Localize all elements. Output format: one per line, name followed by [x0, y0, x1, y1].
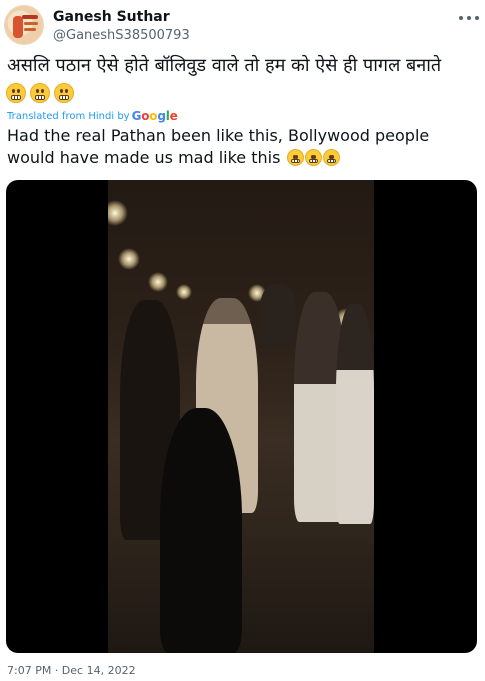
avatar[interactable] [4, 5, 44, 45]
person-figure [260, 284, 296, 344]
tweet-header: Ganesh Suthar @GaneshS38500793 [0, 0, 485, 52]
original-emoji-row [6, 83, 74, 105]
avatar-figure [13, 16, 23, 38]
grimacing-face-emoji [286, 149, 304, 166]
translated-label: Translated from Hindi by [7, 110, 130, 122]
more-dot [467, 16, 471, 20]
avatar-decoration [24, 22, 38, 25]
person-figure [336, 304, 374, 524]
more-icon[interactable] [459, 10, 479, 26]
author-name[interactable]: Ganesh Suthar [53, 9, 170, 25]
translation-attribution[interactable]: Translated from Hindi by Google [7, 109, 178, 123]
translated-text: Had the real Pathan been like this, Boll… [7, 126, 430, 167]
more-dot [475, 16, 479, 20]
grimacing-face-emoji [322, 149, 340, 166]
tweet-timestamp[interactable]: 7:07 PM · Dec 14, 2022 [7, 664, 136, 677]
tweet-text-translated: Had the real Pathan been like this, Boll… [7, 125, 479, 169]
street-light [118, 248, 140, 270]
google-logo: Google [131, 109, 178, 123]
avatar-decoration [24, 28, 36, 31]
grimacing-face-emoji [6, 83, 26, 103]
author-handle[interactable]: @GaneshS38500793 [53, 28, 190, 43]
person-figure [160, 408, 242, 653]
grimacing-face-emoji [304, 149, 322, 166]
street-light [148, 272, 168, 292]
grimacing-face-emoji [54, 83, 74, 103]
video-frame [108, 180, 374, 653]
avatar-decoration [22, 15, 38, 19]
grimacing-face-emoji [30, 83, 50, 103]
more-dot [459, 16, 463, 20]
street-light [108, 200, 128, 226]
tweet-text-original: असलि पठान ऐसे होते बॉलिवुड वाले तो हम को… [7, 55, 442, 76]
street-light [176, 284, 192, 300]
video-player[interactable] [6, 180, 477, 653]
